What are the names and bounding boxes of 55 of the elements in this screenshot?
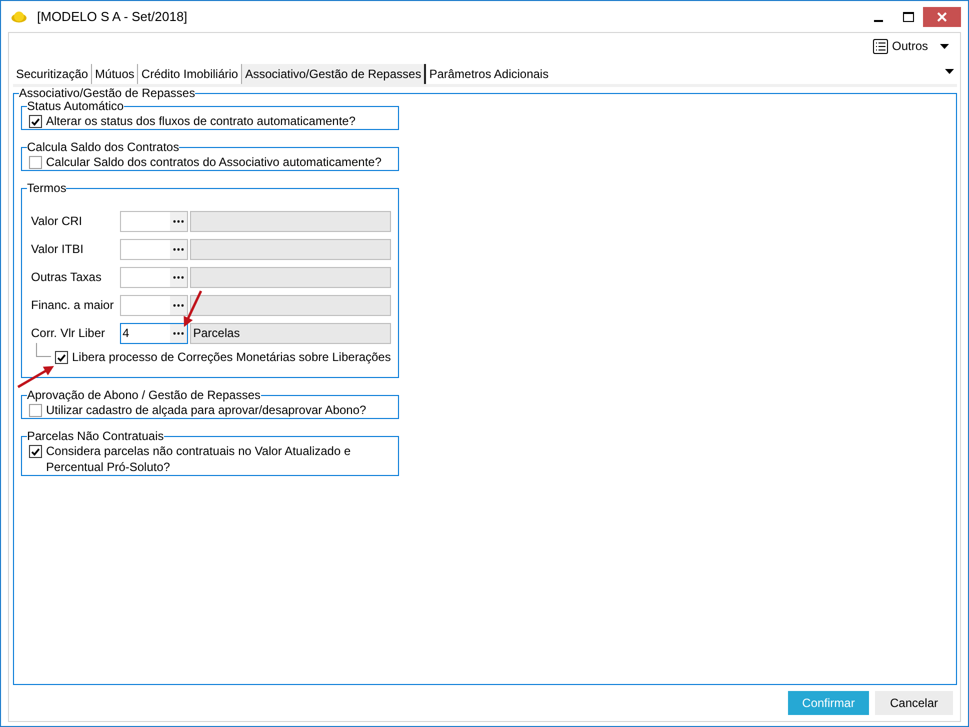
input-field[interactable] <box>120 266 188 288</box>
annotation-arrow <box>17 366 54 388</box>
checkbox-label: Calcular Saldo dos contratos do Associativo automaticamente? <box>46 154 382 170</box>
caret-icon <box>940 44 949 48</box>
description-field: Parcelas <box>190 322 392 344</box>
ellipsis-icon <box>173 332 184 335</box>
lookup-button[interactable] <box>170 240 188 258</box>
lookup-button[interactable] <box>170 212 188 230</box>
checkbox[interactable] <box>55 351 68 364</box>
group-title: Status Automático <box>27 100 124 113</box>
hard-hat-icon <box>11 10 27 22</box>
close-icon <box>936 12 948 22</box>
tab[interactable]: Parâmetros Adicionais <box>426 64 552 84</box>
field-label: Valor CRI <box>30 213 84 230</box>
checkbox[interactable] <box>29 115 42 128</box>
tab[interactable]: Associativo/Gestão de Repasses <box>242 64 426 84</box>
checkbox-label: Libera processo de Correções Monetárias sobre Liberações <box>72 349 391 365</box>
input-field[interactable]: 4 <box>120 322 188 344</box>
outros-menu-button[interactable]: Outros <box>870 37 951 55</box>
list-icon <box>872 38 888 54</box>
ellipsis-icon <box>173 220 184 223</box>
checkbox-label: Alterar os status dos fluxos de contrato automaticamente? <box>46 113 356 129</box>
ellipsis-icon <box>173 248 184 251</box>
field-label: Valor ITBI <box>30 241 84 258</box>
caret-icon <box>945 69 954 74</box>
checkbox-label: Utilizar cadastro de alçada para aprovar/desaprovar Abono? <box>46 402 366 418</box>
cancel-button[interactable]: Cancelar <box>875 691 953 715</box>
tab[interactable]: Securitização <box>13 64 92 84</box>
annotation-arrow <box>184 290 202 326</box>
field-label: Financ. a maior <box>30 297 115 314</box>
checkbox[interactable] <box>29 445 42 458</box>
close-button[interactable] <box>923 6 961 26</box>
input-field[interactable] <box>120 238 188 260</box>
checkbox[interactable] <box>29 156 42 169</box>
field-value: 4 <box>122 324 130 342</box>
lookup-button[interactable] <box>170 268 188 286</box>
ellipsis-icon <box>173 276 184 279</box>
input-field[interactable] <box>120 210 188 232</box>
maximize-icon <box>902 12 914 22</box>
input-field[interactable] <box>120 294 188 316</box>
group-title: Termos <box>27 182 66 195</box>
group-title: Associativo/Gestão de Repasses <box>19 87 196 100</box>
group-title: Aprovação de Abono / Gestão de Repasses <box>27 389 260 402</box>
group-title: Parcelas Não Contratuais <box>27 430 164 443</box>
ellipsis-icon <box>173 304 184 307</box>
window-title: [MODELO S A - Set/2018] <box>37 8 188 26</box>
lookup-button[interactable] <box>170 324 188 342</box>
group-title: Calcula Saldo dos Contratos <box>27 141 180 154</box>
lookup-button[interactable] <box>170 296 188 314</box>
checkbox[interactable] <box>29 404 42 417</box>
tab[interactable]: Mútuos <box>92 64 138 84</box>
checkbox-label: Considera parcelas não contratuais no Valor Atualizado e Percentual Pró-Soluto? <box>46 443 352 475</box>
field-label: Outras Taxas <box>30 269 102 286</box>
minimize-icon <box>874 20 882 22</box>
field-label: Corr. Vlr Liber <box>30 325 106 342</box>
